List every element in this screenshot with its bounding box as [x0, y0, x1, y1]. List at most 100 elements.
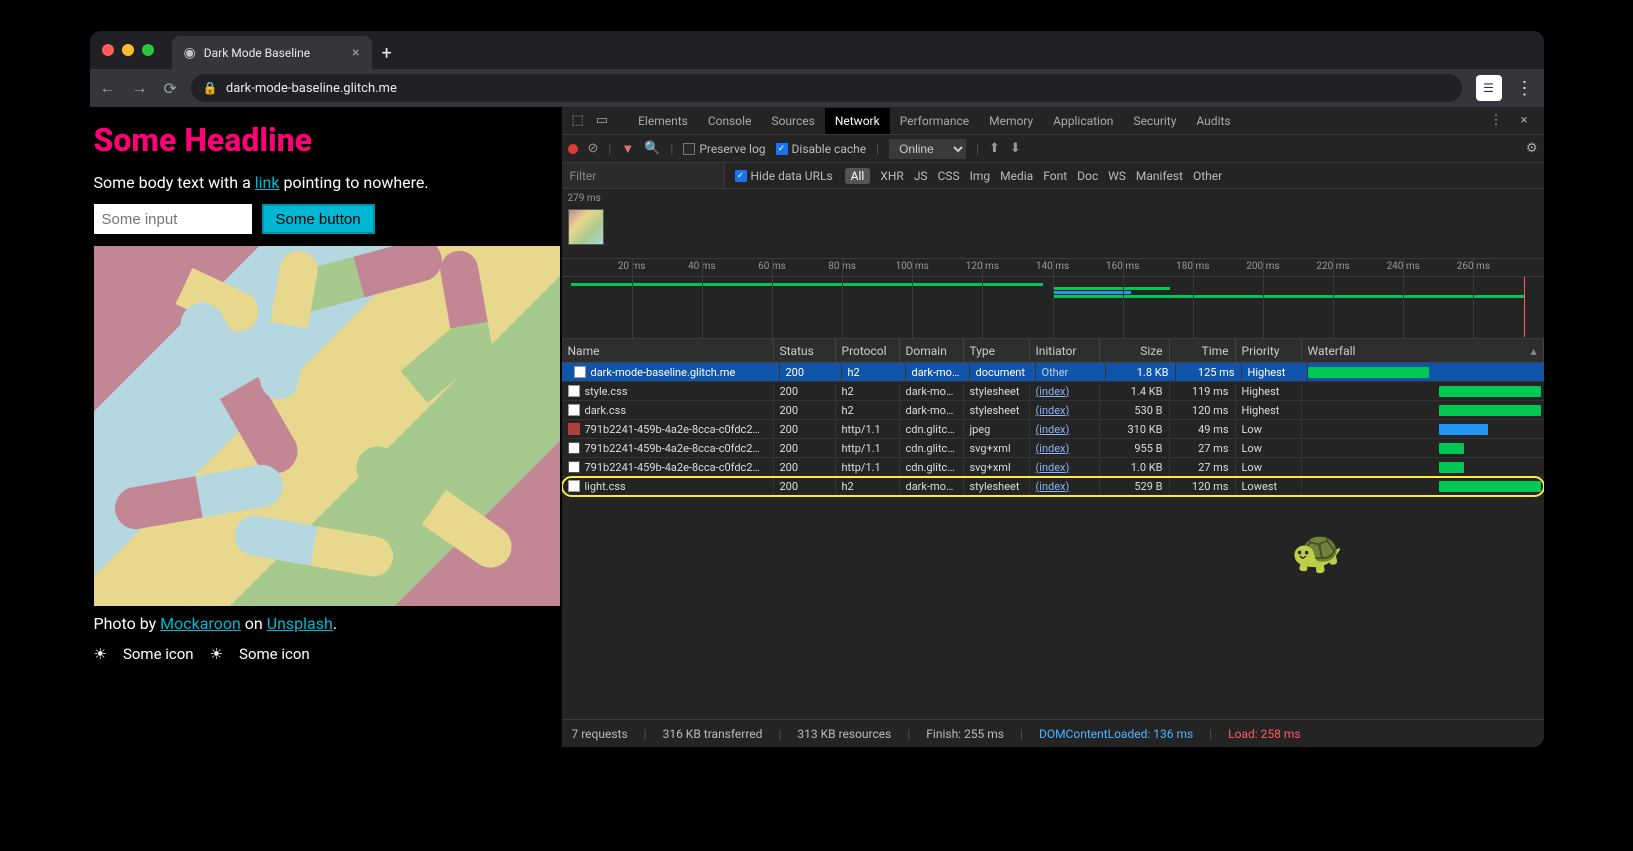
- col-time[interactable]: Time: [1170, 339, 1236, 362]
- col-initiator[interactable]: Initiator: [1030, 339, 1100, 362]
- devtools-tab-memory[interactable]: Memory: [979, 108, 1043, 134]
- network-overview[interactable]: 279 ms: [562, 189, 1544, 259]
- sample-input[interactable]: [94, 204, 252, 234]
- col-status[interactable]: Status: [774, 339, 836, 362]
- filter-input[interactable]: Filter: [562, 163, 725, 188]
- type-chip-font[interactable]: Font: [1043, 169, 1067, 183]
- clear-button[interactable]: ⊘: [588, 141, 599, 156]
- inspect-element-icon[interactable]: ⬚: [568, 113, 588, 128]
- network-row[interactable]: style.css200h2dark-mo…stylesheet(index)1…: [562, 382, 1544, 401]
- row-initiator[interactable]: (index): [1030, 439, 1100, 457]
- col-domain[interactable]: Domain: [900, 339, 964, 362]
- network-row[interactable]: dark-mode-baseline.glitch.me200h2dark-mo…: [562, 363, 1544, 382]
- devtools-tab-network[interactable]: Network: [825, 108, 890, 134]
- devtools-tab-application[interactable]: Application: [1043, 108, 1123, 134]
- forward-button[interactable]: →: [132, 78, 148, 98]
- col-priority[interactable]: Priority: [1236, 339, 1302, 362]
- devtools-tab-performance[interactable]: Performance: [890, 108, 979, 134]
- network-timeline[interactable]: 20 ms40 ms60 ms80 ms100 ms120 ms140 ms16…: [562, 259, 1544, 339]
- row-waterfall: [1302, 458, 1544, 476]
- type-chip-xhr[interactable]: XHR: [880, 169, 903, 183]
- devtools-tab-audits[interactable]: Audits: [1186, 108, 1240, 134]
- col-type[interactable]: Type: [964, 339, 1030, 362]
- record-button[interactable]: [568, 144, 578, 154]
- close-window-button[interactable]: [102, 44, 114, 56]
- col-size[interactable]: Size: [1100, 339, 1170, 362]
- close-tab-button[interactable]: ×: [352, 45, 359, 61]
- filter-toggle-icon[interactable]: ▼: [621, 141, 634, 157]
- file-icon: [568, 480, 580, 492]
- devtools-tab-security[interactable]: Security: [1123, 108, 1186, 134]
- extension-button[interactable]: ☰: [1476, 75, 1502, 101]
- row-type: document: [970, 363, 1036, 381]
- row-priority: Low: [1236, 420, 1302, 438]
- row-initiator[interactable]: (index): [1030, 382, 1100, 400]
- type-chip-other[interactable]: Other: [1193, 169, 1222, 183]
- download-har-icon[interactable]: ⬇: [1010, 141, 1021, 156]
- type-chip-manifest[interactable]: Manifest: [1136, 169, 1183, 183]
- screenshot-thumbnail[interactable]: [568, 209, 604, 245]
- image-caption: Photo by Mockaroon on Unsplash.: [94, 614, 558, 633]
- type-chip-all[interactable]: All: [845, 168, 871, 184]
- device-toolbar-icon[interactable]: ▭: [592, 113, 612, 128]
- row-initiator[interactable]: (index): [1030, 401, 1100, 419]
- table-header[interactable]: Name Status Protocol Domain Type Initiat…: [562, 339, 1544, 363]
- upload-har-icon[interactable]: ⬆: [989, 141, 1000, 156]
- caption-site-link[interactable]: Unsplash: [267, 614, 333, 633]
- lock-icon: 🔒: [203, 81, 218, 95]
- reload-button[interactable]: ⟳: [164, 79, 177, 98]
- icon-row: ☀ Some icon ☀ Some icon: [94, 645, 558, 663]
- throttle-select[interactable]: Online: [889, 139, 966, 159]
- network-row[interactable]: 791b2241-459b-4a2e-8cca-c0fdc2…200http/1…: [562, 458, 1544, 477]
- browser-tab[interactable]: ◉ Dark Mode Baseline ×: [172, 36, 372, 69]
- body-text-pre: Some body text with a: [94, 173, 255, 192]
- row-size: 530 B: [1100, 401, 1170, 419]
- devtools-menu-icon[interactable]: ⋮: [1486, 113, 1507, 128]
- row-initiator[interactable]: Other: [1036, 363, 1106, 381]
- type-chip-doc[interactable]: Doc: [1077, 169, 1098, 183]
- minimize-window-button[interactable]: [122, 44, 134, 56]
- devtools-tab-console[interactable]: Console: [698, 108, 762, 134]
- back-button[interactable]: ←: [100, 78, 116, 98]
- maximize-window-button[interactable]: [142, 44, 154, 56]
- search-icon[interactable]: 🔍: [644, 141, 660, 156]
- preserve-log-checkbox[interactable]: Preserve log: [683, 142, 765, 156]
- type-chip-css[interactable]: CSS: [938, 169, 960, 183]
- network-row[interactable]: light.css200h2dark-mo…stylesheet(index)5…: [562, 477, 1544, 496]
- row-type: svg+xml: [964, 439, 1030, 457]
- settings-icon[interactable]: ⚙: [1526, 141, 1538, 156]
- row-initiator[interactable]: (index): [1030, 420, 1100, 438]
- row-waterfall: [1302, 439, 1544, 457]
- col-protocol[interactable]: Protocol: [836, 339, 900, 362]
- row-status: 200: [774, 477, 836, 495]
- col-waterfall[interactable]: Waterfall▴: [1302, 339, 1544, 362]
- url-input[interactable]: 🔒 dark-mode-baseline.glitch.me: [191, 74, 1462, 102]
- row-initiator[interactable]: (index): [1030, 458, 1100, 476]
- body-link[interactable]: link: [255, 173, 280, 192]
- disable-cache-checkbox[interactable]: ✓Disable cache: [776, 142, 867, 156]
- row-initiator[interactable]: (index): [1030, 477, 1100, 495]
- type-chip-ws[interactable]: WS: [1108, 169, 1126, 183]
- row-priority: Highest: [1236, 401, 1302, 419]
- browser-menu-button[interactable]: ⋮: [1516, 78, 1534, 99]
- type-chip-img[interactable]: Img: [970, 169, 991, 183]
- network-row[interactable]: dark.css200h2dark-mo…stylesheet(index)53…: [562, 401, 1544, 420]
- new-tab-button[interactable]: +: [382, 43, 392, 64]
- devtools-tab-elements[interactable]: Elements: [628, 108, 698, 134]
- network-row[interactable]: 791b2241-459b-4a2e-8cca-c0fdc2…200http/1…: [562, 420, 1544, 439]
- file-icon: [574, 366, 586, 378]
- row-priority: Highest: [1242, 363, 1308, 381]
- file-icon: [568, 442, 580, 454]
- caption-author-link[interactable]: Mockaroon: [160, 614, 241, 633]
- devtools-close-icon[interactable]: ×: [1517, 113, 1532, 128]
- col-name[interactable]: Name: [562, 339, 774, 362]
- row-waterfall: [1302, 420, 1544, 438]
- caption-mid: on: [241, 614, 267, 633]
- devtools-tab-sources[interactable]: Sources: [761, 108, 824, 134]
- row-type: stylesheet: [964, 401, 1030, 419]
- type-chip-media[interactable]: Media: [1000, 169, 1033, 183]
- type-chip-js[interactable]: JS: [914, 169, 928, 183]
- network-row[interactable]: 791b2241-459b-4a2e-8cca-c0fdc2…200http/1…: [562, 439, 1544, 458]
- sample-button[interactable]: Some button: [262, 204, 375, 234]
- hide-data-urls-checkbox[interactable]: ✓Hide data URLs: [735, 169, 833, 183]
